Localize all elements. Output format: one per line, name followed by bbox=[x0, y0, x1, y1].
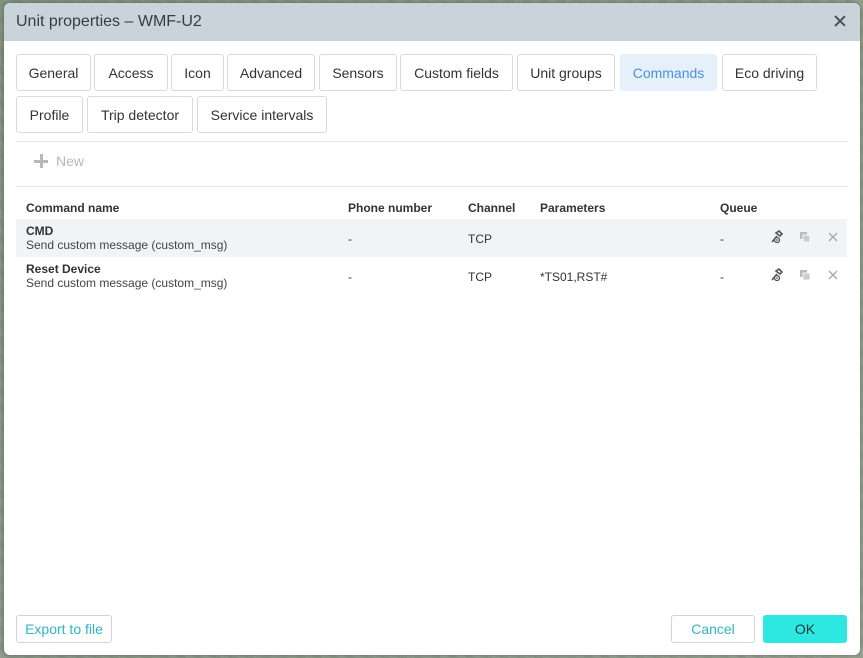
command-name: Reset Device bbox=[26, 262, 101, 276]
unit-properties-dialog: Unit properties – WMF-U2 General Access … bbox=[4, 3, 860, 655]
divider bbox=[16, 186, 847, 187]
ok-button[interactable]: OK bbox=[763, 615, 847, 643]
tab-eco-driving[interactable]: Eco driving bbox=[722, 54, 817, 91]
export-to-file-button[interactable]: Export to file bbox=[16, 615, 112, 643]
dialog-titlebar[interactable]: Unit properties – WMF-U2 bbox=[4, 3, 860, 41]
send-command-icon[interactable] bbox=[770, 230, 784, 244]
queue: - bbox=[720, 232, 724, 246]
header-command-name[interactable]: Command name bbox=[26, 201, 119, 215]
tab-sensors[interactable]: Sensors bbox=[319, 54, 397, 91]
command-description: Send custom message (custom_msg) bbox=[26, 238, 228, 252]
table-row[interactable]: Reset Device Send custom message (custom… bbox=[16, 257, 847, 295]
tab-commands[interactable]: Commands bbox=[620, 54, 717, 91]
parameters: *TS01,RST# bbox=[540, 270, 608, 284]
phone-number: - bbox=[348, 232, 352, 246]
plus-icon bbox=[34, 154, 48, 168]
cancel-button[interactable]: Cancel bbox=[671, 615, 755, 643]
tab-custom-fields[interactable]: Custom fields bbox=[400, 54, 513, 91]
header-parameters[interactable]: Parameters bbox=[540, 201, 605, 215]
tab-access[interactable]: Access bbox=[94, 54, 168, 91]
header-phone-number[interactable]: Phone number bbox=[348, 201, 432, 215]
dialog-title: Unit properties – WMF-U2 bbox=[16, 13, 202, 30]
queue: - bbox=[720, 270, 724, 284]
delete-icon[interactable] bbox=[826, 268, 840, 282]
delete-icon[interactable] bbox=[826, 230, 840, 244]
copy-icon[interactable] bbox=[798, 268, 812, 282]
tab-service-intervals[interactable]: Service intervals bbox=[197, 96, 327, 133]
new-command-label: New bbox=[56, 153, 85, 169]
header-queue[interactable]: Queue bbox=[720, 201, 757, 215]
tab-advanced[interactable]: Advanced bbox=[227, 54, 315, 91]
phone-number: - bbox=[348, 270, 352, 284]
copy-icon[interactable] bbox=[798, 230, 812, 244]
new-command-button[interactable]: New bbox=[34, 153, 84, 169]
tab-unit-groups[interactable]: Unit groups bbox=[517, 54, 615, 91]
table-row[interactable]: CMD Send custom message (custom_msg) - T… bbox=[16, 219, 847, 257]
tab-icon[interactable]: Icon bbox=[171, 54, 224, 91]
divider bbox=[16, 141, 847, 142]
send-command-icon[interactable] bbox=[770, 268, 784, 282]
header-channel[interactable]: Channel bbox=[468, 201, 515, 215]
channel: TCP bbox=[468, 270, 492, 284]
command-name: CMD bbox=[26, 224, 54, 238]
close-icon[interactable] bbox=[832, 13, 848, 29]
tab-general[interactable]: General bbox=[16, 54, 91, 91]
command-description: Send custom message (custom_msg) bbox=[26, 276, 228, 290]
table-header: Command name Phone number Channel Parame… bbox=[16, 199, 847, 217]
channel: TCP bbox=[468, 232, 492, 246]
tab-profile[interactable]: Profile bbox=[16, 96, 83, 133]
tab-trip-detector[interactable]: Trip detector bbox=[87, 96, 193, 133]
